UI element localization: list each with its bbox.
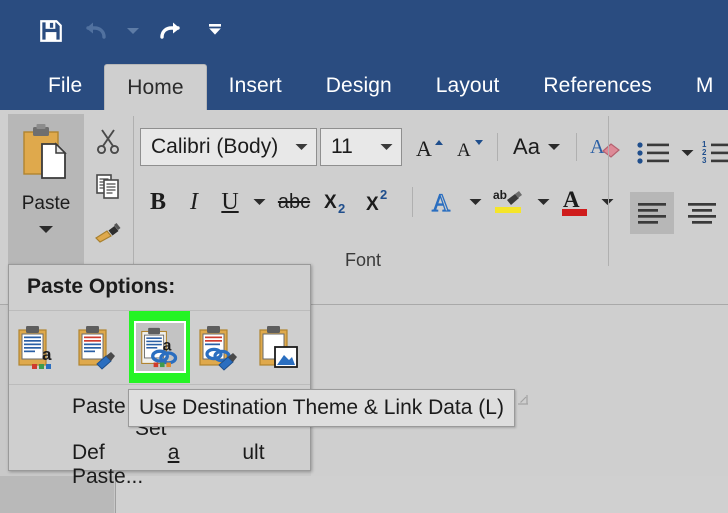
font-name-value: Calibri (Body): [151, 135, 279, 158]
copy-button[interactable]: [94, 173, 122, 206]
svg-text:A: A: [457, 140, 471, 161]
panel-divider-bottom: [9, 384, 310, 385]
bullets-button[interactable]: [632, 136, 676, 170]
svg-text:2: 2: [380, 187, 387, 202]
strikethrough-label: abc: [277, 190, 311, 213]
grow-font-button[interactable]: A: [409, 128, 449, 166]
svg-text:3: 3: [702, 156, 707, 165]
font-color-dropdown-icon[interactable]: [595, 184, 619, 220]
strikethrough-button[interactable]: abc: [270, 184, 318, 220]
svg-text:A: A: [590, 136, 605, 158]
bullets-dropdown-icon[interactable]: [676, 136, 698, 170]
svg-text:A: A: [563, 187, 580, 212]
tab-file[interactable]: File: [26, 62, 104, 110]
text-highlight-dropdown-icon[interactable]: [531, 184, 555, 220]
tab-references[interactable]: References: [521, 62, 673, 110]
change-case-chevron-down-icon: [547, 144, 560, 150]
underline-button[interactable]: U: [212, 184, 248, 220]
font-size-input[interactable]: 11: [320, 128, 402, 166]
font-color-button[interactable]: A: [555, 184, 595, 220]
divider-1: [497, 133, 498, 161]
italic-label: I: [190, 188, 198, 215]
tab-design[interactable]: Design: [304, 62, 414, 110]
tab-insert[interactable]: Insert: [207, 62, 304, 110]
svg-text:A: A: [416, 136, 432, 161]
paste-use-destination-styles[interactable]: [69, 311, 129, 383]
align-left-button[interactable]: [630, 192, 674, 234]
redo-icon[interactable]: [146, 9, 192, 53]
center-align-button[interactable]: [680, 192, 724, 234]
quick-access-toolbar: [28, 9, 238, 53]
font-group: Calibri (Body) 11 A A Aa A B I U abc X 2…: [140, 110, 620, 280]
paste-selected-inner: a: [133, 321, 186, 373]
paste-special-label: Paste: [72, 395, 126, 418]
ribbon-tabs: File Home Insert Design Layout Reference…: [26, 62, 728, 110]
clipboard-group: Paste: [4, 112, 130, 267]
undo-icon[interactable]: [74, 9, 120, 53]
svg-text:X: X: [366, 194, 379, 215]
svg-text:A: A: [432, 190, 450, 217]
set-default-paste-label: Set Def a ult Paste...: [72, 417, 265, 488]
paste-dropdown-caret-icon[interactable]: [38, 221, 54, 239]
divider-3: [412, 187, 413, 217]
paste-button[interactable]: Paste: [8, 114, 84, 264]
text-effects-button[interactable]: A: [423, 184, 463, 220]
font-dialog-launcher-button[interactable]: [516, 393, 530, 407]
change-case-label: Aa: [513, 134, 540, 159]
underline-label: U: [221, 188, 239, 215]
cut-button[interactable]: [94, 127, 122, 160]
underline-dropdown-icon[interactable]: [248, 184, 270, 220]
font-group-label: Font: [345, 250, 382, 270]
tab-mailings[interactable]: M: [674, 62, 728, 110]
shrink-font-button[interactable]: A: [449, 128, 489, 166]
paste-options-panel: Paste Options: a a Paste Set Def a ult P…: [8, 264, 311, 488]
quick-access-toolbar-bar: [0, 0, 728, 62]
bold-label: B: [149, 188, 166, 215]
set-default-paste-item[interactable]: Set Def a ult Paste...: [9, 417, 310, 488]
font-row-bottom: B I U abc X 2 X 2 A ab A: [140, 184, 619, 220]
paste-picture[interactable]: [250, 311, 310, 383]
paste-keep-source-formatting-link-data[interactable]: [190, 311, 250, 383]
group-divider-font: [608, 116, 609, 266]
paste-use-destination-theme-link-data[interactable]: a: [129, 311, 190, 383]
paste-options-title: Paste Options:: [27, 275, 176, 298]
svg-text:a: a: [42, 345, 52, 364]
tab-layout[interactable]: Layout: [414, 62, 522, 110]
paste-icon: [18, 122, 74, 189]
save-icon[interactable]: [28, 9, 74, 53]
paste-option-tooltip: Use Destination Theme & Link Data (L): [128, 389, 515, 427]
ribbon-tab-bar: File Home Insert Design Layout Reference…: [0, 62, 728, 110]
font-row-top: Calibri (Body) 11 A A Aa A: [140, 128, 629, 166]
svg-text:X: X: [324, 192, 337, 213]
italic-button[interactable]: I: [176, 184, 212, 220]
divider-2: [576, 133, 577, 161]
font-size-value: 11: [331, 135, 353, 158]
paragraph-group: 1 2 3: [620, 110, 728, 280]
text-effects-dropdown-icon[interactable]: [463, 184, 487, 220]
numbering-button[interactable]: 1 2 3: [698, 136, 728, 170]
paste-options-icon-row: a a: [9, 311, 310, 383]
svg-text:ab: ab: [493, 188, 507, 202]
font-name-chevron-down-icon: [295, 144, 308, 150]
subscript-button[interactable]: X 2: [318, 184, 360, 220]
font-size-chevron-down-icon: [380, 144, 393, 150]
bold-button[interactable]: B: [140, 184, 176, 220]
superscript-button[interactable]: X 2: [360, 184, 402, 220]
paste-button-label: Paste: [21, 193, 71, 214]
group-divider-clipboard: [133, 116, 134, 266]
undo-dropdown-icon[interactable]: [120, 9, 146, 53]
paste-keep-source-formatting[interactable]: a: [9, 311, 69, 383]
font-name-input[interactable]: Calibri (Body): [140, 128, 317, 166]
text-highlight-color-button[interactable]: ab: [487, 184, 531, 220]
svg-text:2: 2: [338, 201, 345, 216]
change-case-button[interactable]: Aa: [506, 128, 568, 166]
tab-home[interactable]: Home: [104, 64, 207, 110]
clipboard-small-buttons: [86, 114, 130, 264]
customize-qat-icon[interactable]: [192, 9, 238, 53]
format-painter-button[interactable]: [94, 220, 122, 251]
